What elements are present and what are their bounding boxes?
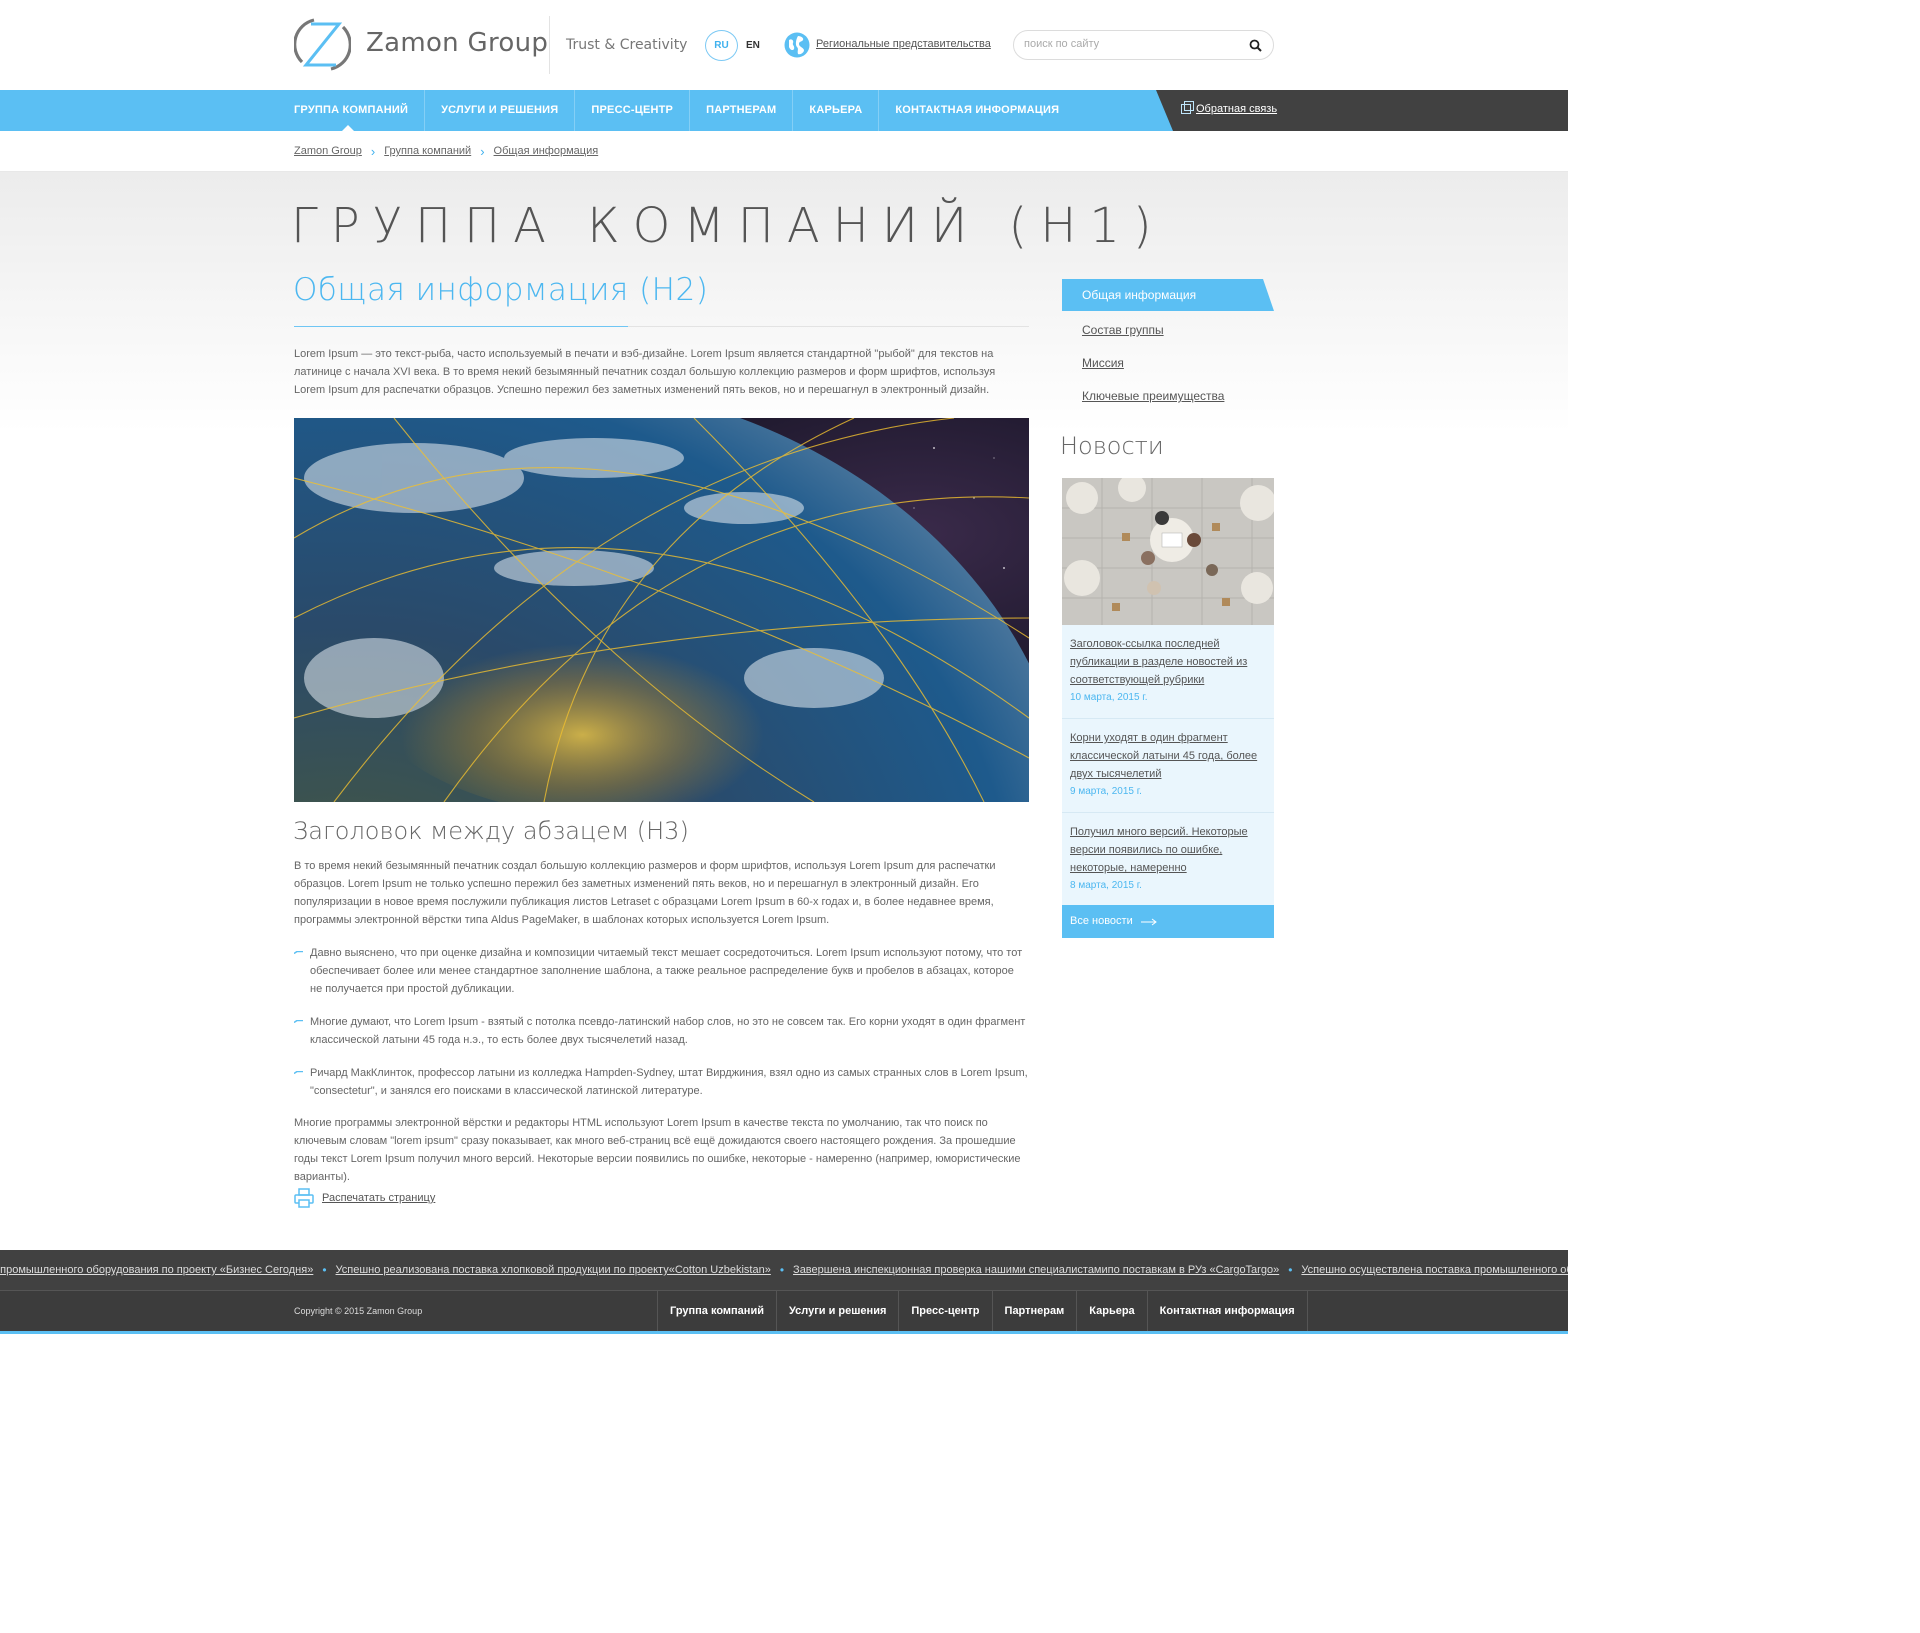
all-news-label: Все новости	[1070, 915, 1133, 927]
bullet-dot-icon: •	[779, 1263, 785, 1277]
ticker-item[interactable]: Успешно реализована поставка хлопковой п…	[336, 1264, 771, 1276]
breadcrumb-bar	[0, 131, 1568, 172]
feedback-link[interactable]: Обратная связь	[1181, 101, 1278, 115]
bullet-icon	[294, 1071, 303, 1074]
list-item: Многие думают, что Lorem Ipsum - взятый …	[294, 1013, 1029, 1049]
intro-paragraph: Lorem Ipsum — это текст-рыба, часто испо…	[294, 348, 996, 396]
lang-en-button[interactable]: EN	[746, 40, 760, 51]
breadcrumb: Zamon Group › Группа компаний › Общая ин…	[294, 143, 599, 159]
copyright: Copyright © 2015 Zamon Group	[294, 1306, 423, 1316]
nav-item-press[interactable]: ПРЕСС-ЦЕНТР	[574, 90, 689, 131]
news-item: Получил много версий. Некоторые версии п…	[1062, 813, 1274, 907]
footer-nav-services[interactable]: Услуги и решения	[775, 1291, 898, 1331]
feedback-icon	[1181, 101, 1194, 114]
nav-item-group[interactable]: ГРУППА КОМПАНИЙ	[294, 90, 424, 131]
ticker-item[interactable]: Успешно осуществлена поставка промышленн…	[1301, 1264, 1568, 1276]
ticker-track: а промышленного оборудования по проекту …	[0, 1263, 1568, 1277]
footer-nav-press[interactable]: Пресс-центр	[898, 1291, 991, 1331]
news-item-link[interactable]: Получил много версий. Некоторые версии п…	[1070, 823, 1266, 877]
news-item-date: 8 марта, 2015 г.	[1070, 880, 1142, 891]
subheading: Заголовок между абзацем (H3)	[293, 817, 689, 845]
sidebar-item-advantages[interactable]: Ключевые преимущества	[1062, 380, 1274, 413]
page-title: ГРУППА КОМПАНИЙ (H1)	[291, 198, 1165, 254]
breadcrumb-home[interactable]: Zamon Group	[294, 145, 362, 157]
search-input[interactable]	[1024, 38, 1244, 50]
news-item: Заголовок-ссылка последней публикации в …	[1062, 625, 1274, 719]
sidebar-item-group-structure[interactable]: Состав группы	[1062, 314, 1274, 347]
nav-item-services[interactable]: УСЛУГИ И РЕШЕНИЯ	[424, 90, 574, 131]
main-nav-items: ГРУППА КОМПАНИЙ УСЛУГИ И РЕШЕНИЯ ПРЕСС-Ц…	[294, 90, 1075, 131]
breadcrumb-current[interactable]: Общая информация	[494, 145, 599, 157]
search-box	[1013, 30, 1274, 60]
ticker-item[interactable]: а промышленного оборудования по проекту …	[0, 1264, 313, 1276]
news-heading: Новости	[1060, 432, 1164, 460]
footer-nav-group[interactable]: Группа компаний	[657, 1291, 776, 1331]
arrow-right-icon	[1140, 918, 1157, 925]
print-page-button[interactable]: Распечатать страницу	[294, 1188, 435, 1208]
printer-icon	[294, 1188, 314, 1208]
nav-item-contacts[interactable]: КОНТАКТНАЯ ИНФОРМАЦИЯ	[878, 90, 1075, 131]
tagline: Trust & Creativity	[566, 37, 688, 53]
news-item-link[interactable]: Корни уходят в один фрагмент классическо…	[1070, 729, 1266, 783]
news-item: Корни уходят в один фрагмент классическо…	[1062, 719, 1274, 813]
logo-text[interactable]: Zamon Group	[366, 28, 548, 58]
regional-offices-link[interactable]: Региональные представительства	[816, 38, 991, 50]
nav-item-career[interactable]: КАРЬЕРА	[792, 90, 878, 131]
bullet-icon	[294, 1020, 303, 1023]
lang-ru-button[interactable]: RU	[705, 30, 738, 61]
footer-nav: Группа компаний Услуги и решения Пресс-ц…	[657, 1291, 1308, 1331]
search-icon[interactable]	[1249, 39, 1262, 52]
feedback-label: Обратная связь	[1196, 103, 1278, 115]
chevron-right-icon: ›	[480, 143, 485, 159]
news-image[interactable]	[1062, 478, 1274, 625]
title-divider-accent	[294, 326, 628, 327]
footer-nav-contacts[interactable]: Контактная информация	[1146, 1291, 1308, 1331]
sidebar-menu: Общая информация Состав группы Миссия Кл…	[1062, 279, 1274, 413]
news-item-link[interactable]: Заголовок-ссылка последней публикации в …	[1070, 635, 1266, 689]
news-item-date: 10 марта, 2015 г.	[1070, 692, 1148, 703]
sidebar-item-general-info[interactable]: Общая информация	[1062, 279, 1274, 311]
print-page-label: Распечатать страницу	[322, 1192, 436, 1204]
footer-nav-career[interactable]: Карьера	[1076, 1291, 1146, 1331]
body-paragraph-2: В то время некий безымянный печатник соз…	[294, 860, 996, 926]
header-divider	[549, 16, 550, 74]
earth-network-image	[294, 418, 1029, 802]
list-item-text: Давно выяснено, что при оценке дизайна и…	[310, 947, 1023, 995]
logo-icon[interactable]	[294, 16, 351, 73]
bullet-list: Давно выяснено, что при оценке дизайна и…	[294, 944, 1029, 1115]
bullet-dot-icon: •	[322, 1263, 327, 1277]
globe-icon	[784, 32, 810, 58]
nav-item-partners[interactable]: ПАРТНЕРАМ	[689, 90, 792, 131]
bullet-icon	[294, 951, 303, 954]
sidebar-item-mission[interactable]: Миссия	[1062, 347, 1274, 380]
list-item-text: Ричард МакКлинток, профессор латыни из к…	[310, 1067, 1028, 1097]
list-item: Ричард МакКлинток, профессор латыни из к…	[294, 1064, 1029, 1100]
bullet-dot-icon: •	[1288, 1263, 1293, 1277]
footer-nav-partners[interactable]: Партнерам	[991, 1291, 1077, 1331]
breadcrumb-group[interactable]: Группа компаний	[384, 145, 471, 157]
ticker-item[interactable]: Завершена инспекционная проверка нашими …	[793, 1264, 1279, 1276]
news-list: Заголовок-ссылка последней публикации в …	[1062, 625, 1274, 907]
all-news-button[interactable]: Все новости	[1062, 905, 1274, 938]
section-title: Общая информация (H2)	[293, 272, 709, 308]
list-item-text: Многие думают, что Lorem Ipsum - взятый …	[310, 1016, 1026, 1046]
news-item-date: 9 марта, 2015 г.	[1070, 786, 1142, 797]
list-item: Давно выяснено, что при оценке дизайна и…	[294, 944, 1029, 998]
body-paragraph-3: Многие программы электронной вёрстки и р…	[294, 1117, 1021, 1183]
news-ticker: а промышленного оборудования по проекту …	[0, 1250, 1568, 1291]
site-header: Zamon Group Trust & Creativity RU EN Рег…	[0, 0, 1568, 90]
chevron-right-icon: ›	[370, 143, 376, 159]
